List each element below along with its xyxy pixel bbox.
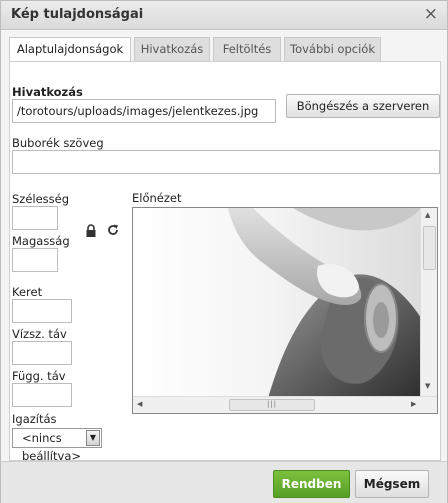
scroll-right-icon[interactable]: ▶	[411, 400, 416, 408]
tab-upload[interactable]: Feltöltés	[213, 37, 281, 61]
width-label: Szélesség	[12, 192, 70, 206]
vspace-label: Függ. táv	[12, 369, 66, 383]
scroll-up-icon[interactable]: ▲	[425, 211, 430, 219]
url-label: Hivatkozás	[12, 85, 83, 99]
lock-icon[interactable]	[85, 224, 97, 238]
chevron-down-icon[interactable]: ▼	[86, 430, 100, 446]
preview-label: Előnézet	[132, 191, 182, 205]
preview-vertical-scrollbar[interactable]: ▲ ▼	[420, 208, 437, 398]
browse-server-button[interactable]: Böngészés a szerveren	[286, 94, 440, 118]
preview-horizontal-scrollbar[interactable]: ◀ ||| ▶	[133, 396, 437, 413]
scroll-left-icon[interactable]: ◀	[137, 400, 142, 408]
horizontal-scroll-thumb[interactable]: |||	[229, 399, 315, 411]
vspace-input[interactable]	[12, 383, 72, 407]
tab-panel: Hivatkozás /torotours/uploads/images/jel…	[9, 61, 441, 463]
tab-basic-properties[interactable]: Alaptulajdonságok	[9, 37, 131, 63]
hspace-label: Vízsz. táv	[12, 327, 67, 341]
align-select-value: <nincs beállítva>	[22, 431, 82, 463]
border-label: Keret	[12, 285, 43, 299]
border-input[interactable]	[12, 299, 72, 323]
cancel-button[interactable]: Mégsem	[355, 470, 429, 498]
url-input[interactable]: /torotours/uploads/images/jelentkezes.jp…	[12, 99, 276, 123]
reset-size-icon[interactable]	[106, 223, 120, 237]
hspace-input[interactable]	[12, 341, 72, 365]
image-properties-dialog: Kép tulajdonságai × Alaptulajdonságok Hi…	[0, 0, 448, 503]
height-input[interactable]	[12, 248, 58, 272]
preview-image	[133, 208, 421, 398]
height-label: Magasság	[12, 234, 70, 248]
dialog-titlebar[interactable]: Kép tulajdonságai ×	[1, 1, 447, 30]
vertical-scroll-thumb[interactable]	[423, 226, 436, 270]
dialog-footer: Rendben Mégsem	[1, 461, 447, 503]
align-select[interactable]: <nincs beállítva> ▼	[12, 428, 102, 463]
ok-button[interactable]: Rendben	[273, 470, 350, 498]
close-icon[interactable]: ×	[424, 4, 438, 24]
tooltip-label: Buborék szöveg	[12, 136, 104, 150]
image-preview[interactable]: ▲ ▼ ◀ ||| ▶	[132, 207, 438, 414]
dialog-title: Kép tulajdonságai	[11, 7, 144, 22]
tooltip-input[interactable]	[12, 150, 440, 174]
tab-advanced[interactable]: További opciók	[284, 37, 381, 61]
tab-link[interactable]: Hivatkozás	[134, 37, 210, 61]
scroll-down-icon[interactable]: ▼	[425, 382, 430, 390]
align-label: Igazítás	[12, 412, 57, 426]
width-input[interactable]	[12, 206, 58, 230]
